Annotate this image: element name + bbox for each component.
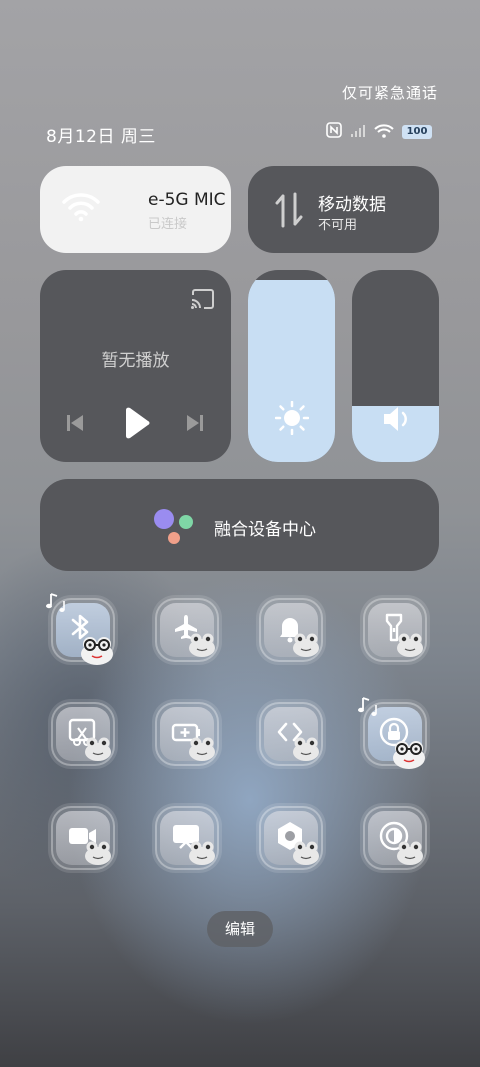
toggle-reading-mode[interactable] [363,806,427,870]
nfc-icon [326,122,342,142]
mobile-data-status: 不可用 [318,218,358,233]
toggle-battery-saver[interactable] [155,702,219,766]
fusion-logo-icon [150,507,196,551]
wifi-network-name: e-5G MIC [148,190,226,210]
toggle-settings[interactable] [259,806,323,870]
brightness-slider[interactable] [248,270,335,462]
previous-track-icon[interactable] [65,413,85,437]
toggle-airplane-mode[interactable] [155,598,219,662]
wifi-icon [374,123,394,142]
date-text: 8月12日 周三 [46,127,156,147]
toggle-silent[interactable] [259,598,323,662]
edit-button[interactable]: 编辑 [207,911,273,947]
toggle-lock-screen[interactable] [358,697,427,769]
toggle-flashlight[interactable] [363,598,427,662]
toggle-vpn-link[interactable] [259,702,323,766]
toggle-screen-record[interactable] [51,806,115,870]
play-icon[interactable] [122,407,150,443]
volume-icon [382,405,412,437]
toggle-cast-screen[interactable] [155,806,219,870]
mobile-data-tile[interactable]: 移动数据 不可用 [248,166,439,253]
signal-icon [350,123,366,142]
mobile-data-icon [274,192,304,232]
wifi-status: 已连接 [148,217,188,232]
wifi-icon [62,192,100,226]
next-track-icon[interactable] [185,413,205,437]
no-media-playing-text: 暂无播放 [101,351,170,371]
wifi-tile[interactable]: e-5G MIC 已连接 [40,166,231,253]
mobile-data-title: 移动数据 [318,195,386,215]
status-icons: 100 [326,122,432,142]
media-player-tile: 暂无播放 [40,270,231,462]
cast-icon[interactable] [190,288,216,314]
brightness-icon [274,400,310,439]
fusion-device-center-label: 融合设备中心 [214,520,316,540]
volume-slider[interactable] [352,270,439,462]
emergency-calls-only-text: 仅可紧急通话 [342,84,439,102]
toggle-screenshot[interactable] [51,702,115,766]
toggle-bluetooth[interactable] [46,593,115,665]
fusion-device-center-tile[interactable]: 融合设备中心 [40,479,439,571]
battery-icon: 100 [402,125,432,139]
